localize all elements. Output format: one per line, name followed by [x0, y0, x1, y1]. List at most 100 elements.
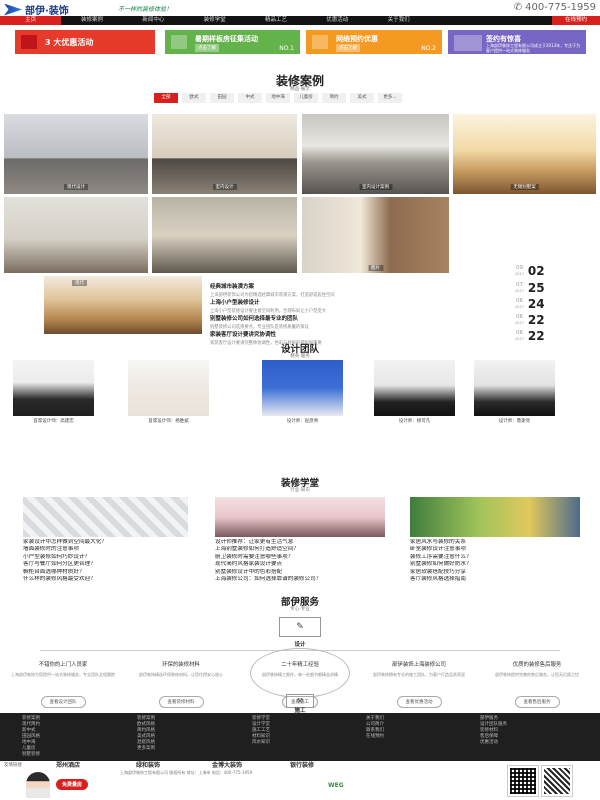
case-photo[interactable]	[152, 197, 297, 273]
footer	[0, 713, 600, 761]
study-link[interactable]: 橱柜台面选哪种材质好？	[23, 569, 203, 576]
nav-item-about[interactable]: 关于我们	[368, 16, 429, 25]
study-link[interactable]: 墙面装修时的注意事项	[23, 546, 203, 553]
service-text: 部伊装饰精工细作，每一处细节都精益求精	[262, 672, 338, 677]
tab-chinese[interactable]: 中式	[238, 93, 262, 103]
promo-card-summer[interactable]: 暑期样板房征集活动 点击了解 NO.1	[165, 30, 300, 54]
friend-link-tab[interactable]: 绿和装饰	[136, 760, 160, 769]
team-member-photo[interactable]	[474, 360, 555, 416]
flag-icon	[21, 35, 37, 49]
nav-item-home[interactable]: 主页	[0, 16, 62, 25]
study-link[interactable]: 现代简约风格家装设计要点	[215, 561, 395, 568]
study-list: 家装设计中怎样做到空间最大化？ 墙面装修时的注意事项 小户型装修如何巧妙设计？ …	[23, 539, 203, 583]
study-link[interactable]: 家居软装搭配技巧分享	[410, 569, 590, 576]
nav-booking-button[interactable]: 在线预约	[551, 16, 600, 25]
promo-card-offers[interactable]: 3 大优惠活动	[15, 30, 155, 54]
team-member-photo[interactable]	[13, 360, 94, 416]
nav-item-news[interactable]: 新闻中心	[123, 16, 184, 25]
promo-card-contract[interactable]: 签约有惊喜 上海部伊装饰工程有限公司成立于2013年，专注于为客户提供一站式装修…	[448, 30, 586, 54]
study-image[interactable]	[23, 497, 188, 537]
study-link[interactable]: 什么样的装修风格最受欢迎？	[23, 576, 203, 583]
logo[interactable]: 部伊·装饰	[4, 2, 69, 17]
study-image[interactable]	[215, 497, 385, 537]
tab-more[interactable]: 更多...	[378, 93, 402, 103]
news-date: 06 2017 24	[515, 297, 575, 311]
study-link[interactable]: 卧室装修设计注意事项	[410, 546, 590, 553]
tab-kids[interactable]: 儿童房	[294, 93, 318, 103]
study-link[interactable]: 家居风水与装修的关系	[410, 539, 590, 546]
study-link[interactable]: 设计师推荐：让家更有生活气息	[215, 539, 395, 546]
study-image[interactable]	[410, 497, 580, 537]
case-photo[interactable]: 现代	[44, 276, 202, 334]
nav-item-study[interactable]: 装修学堂	[184, 16, 245, 25]
case-photo[interactable]: 现代设计	[4, 114, 148, 194]
study-link[interactable]: 客厅与餐厅如何分区更合理？	[23, 561, 203, 568]
case-photo[interactable]: 图片	[302, 197, 449, 273]
news-title: 经典城市装潢方案	[210, 284, 255, 290]
news-item[interactable]: 上海小户型装修设计 上海小户型装修设计要注意空间利用，合理布局让小户型变大	[210, 298, 462, 314]
team-member-name: 首席设计师：高建忠	[33, 419, 74, 424]
promo-button[interactable]: 点击了解	[336, 44, 360, 52]
nav-item-craft[interactable]: 精品工艺	[245, 16, 306, 25]
house-icon	[171, 35, 187, 49]
tab-pastoral[interactable]: 田园	[210, 93, 234, 103]
news-item[interactable]: 别墅装修公司如何选择最专业的团队 别墅装修公司选择要点，专业团队是装修质量的保证	[210, 314, 462, 330]
study-link[interactable]: 上海别墅装修如何打造舒适空间？	[215, 546, 395, 553]
study-link[interactable]: 上海装修公司：如何选择靠谱的装修公司？	[215, 576, 395, 583]
promo-button[interactable]: 点击了解	[195, 44, 219, 52]
friend-link-tab[interactable]: 银行装修	[290, 760, 314, 769]
footer-link[interactable]: 优惠活动	[480, 740, 507, 746]
nav-item-cases[interactable]: 装修案例	[61, 16, 122, 25]
case-caption: 现代设计	[64, 184, 88, 190]
promo-text: 上海部伊装饰工程有限公司成立于2013年，专注于为客户提供一站式装修服务	[486, 43, 581, 53]
friend-link-tab[interactable]: 郑州酒店	[56, 760, 80, 769]
top-header	[0, 0, 600, 16]
slogan: 不一样的装修体验！	[118, 6, 173, 13]
case-photo[interactable]	[4, 197, 148, 273]
study-link[interactable]: 装修工序需要注意什么？	[410, 554, 590, 561]
team-member-photo[interactable]	[128, 360, 209, 416]
study-link[interactable]: 别墅装修设计中的色彩搭配	[215, 569, 395, 576]
pencil-ruler-icon: ✎	[279, 617, 321, 637]
study-list: 设计师推荐：让家更有生活气息 上海别墅装修如何打造舒适空间？ 厨卫装修时需要注意…	[215, 539, 395, 583]
friend-link-tab[interactable]: 金博大装饰	[212, 760, 242, 769]
study-link[interactable]: 家装设计中怎样做到空间最大化？	[23, 539, 203, 546]
team-member-photo[interactable]	[262, 360, 343, 416]
tab-american[interactable]: 美式	[350, 93, 374, 103]
case-photo[interactable]: 室内设计	[152, 114, 297, 194]
footer-link[interactable]: 别墅装修	[22, 752, 40, 758]
case-photo[interactable]: 无锡别墅案	[453, 114, 596, 194]
news-day: 02	[527, 264, 545, 278]
study-link[interactable]: 厨卫装修时需要注意哪些事项？	[215, 554, 395, 561]
footer-link[interactable]: 风水知识	[252, 740, 270, 746]
promo-card-online[interactable]: 网络预约优惠 点击了解 NO.2	[306, 30, 442, 54]
service-column: 部伊装饰上海装修公司 部伊装饰拥有专业的施工团队，为客户打造品质家居 查看优惠活…	[364, 660, 474, 708]
service-text: 部伊装饰拥有专业的施工团队，为客户打造品质家居	[373, 672, 465, 677]
study-link[interactable]: 小户型装修如何巧妙设计？	[23, 554, 203, 561]
cases-tabs: 全部 欧式 田园 中式 地中海 儿童房 简约 美式 更多...	[154, 93, 402, 103]
tab-all[interactable]: 全部	[154, 93, 178, 103]
news-item[interactable]: 经典城市装潢方案 上海部伊装饰公司为您精选经典城市装潢方案，打造舒适居住空间	[210, 282, 462, 298]
news-title: 家装客厅设计要讲究协调性	[210, 332, 277, 338]
promo-number: NO.2	[421, 45, 436, 52]
news-title: 上海小户型装修设计	[210, 300, 260, 306]
study-link[interactable]: 别墅装修如何做好防水？	[410, 561, 590, 568]
case-caption: 无锡别墅案	[510, 184, 539, 190]
free-measure-button[interactable]: 免费量房	[56, 779, 89, 790]
news-day: 24	[527, 297, 545, 311]
service-heading: 二十年精工经验	[281, 662, 319, 668]
case-caption: 室内设计	[212, 184, 237, 190]
footer-link[interactable]: 在线预约	[366, 734, 384, 740]
footer-link[interactable]: 更多案例	[137, 746, 155, 752]
team-member-photo[interactable]	[374, 360, 455, 416]
tab-european[interactable]: 欧式	[182, 93, 206, 103]
study-link[interactable]: 客厅装修风格选择指南	[410, 576, 590, 583]
nav-item-promo[interactable]: 优惠活动	[307, 16, 368, 25]
tab-simple[interactable]: 简约	[322, 93, 346, 103]
news-year: 2017	[515, 305, 524, 309]
footer-column: 关于我们 公司简介 联系我们 在线预约	[366, 716, 384, 740]
tab-mediterranean[interactable]: 地中海	[266, 93, 290, 103]
case-photo[interactable]: 室内设计案例	[302, 114, 449, 194]
team-member-name: 设计师：杨可凡	[398, 419, 431, 424]
case-caption: 现代	[72, 280, 87, 286]
